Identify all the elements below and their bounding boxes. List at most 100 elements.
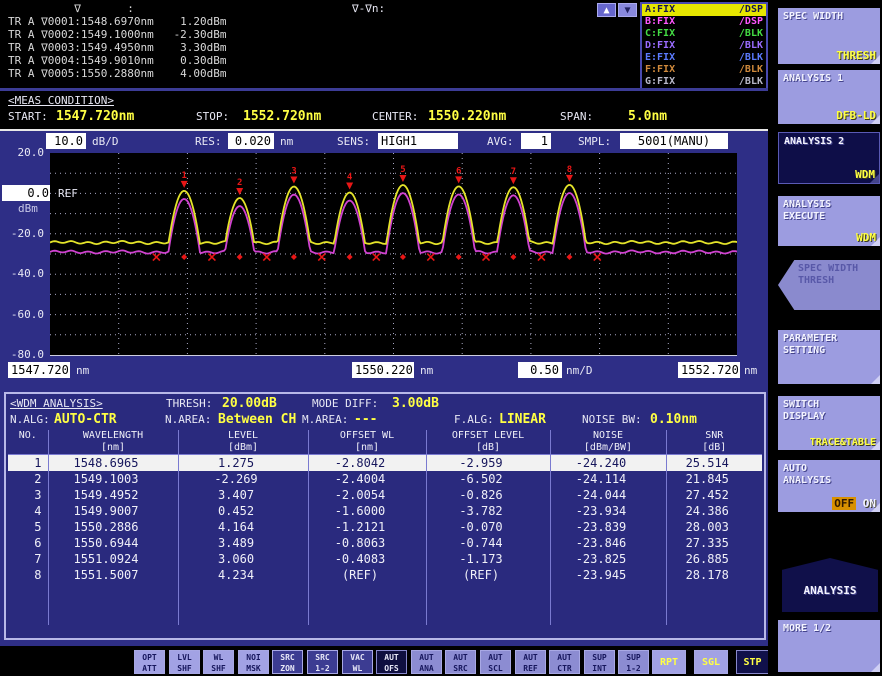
fn-button-sup-1-2[interactable]: SUP 1-2: [618, 650, 649, 674]
x-left-field[interactable]: 1547.720: [8, 362, 70, 378]
delta-marker-label: ∇-∇n:: [352, 2, 385, 15]
trace-status-g[interactable]: G:FIX/BLK: [642, 76, 766, 88]
narea-value[interactable]: Between CH: [218, 412, 296, 427]
svg-text:4: 4: [347, 172, 353, 182]
span-value[interactable]: 5.0nm: [628, 109, 667, 124]
nalg-value[interactable]: AUTO-CTR: [54, 412, 117, 427]
trace-status-f[interactable]: F:FIX/BLK: [642, 64, 766, 76]
wdm-results-table: NO. WAVELENGTH[nm]LEVEL[dBm]OFFSET WL[nm…: [8, 430, 762, 625]
db-per-div-field[interactable]: 10.0: [46, 133, 86, 149]
table-row-ch8[interactable]: 81551.50074.234(REF)(REF)-23.94528.178: [8, 567, 762, 583]
x-center-field[interactable]: 1550.220: [352, 362, 414, 378]
thresh-value[interactable]: 20.00dB: [222, 396, 277, 411]
sens-field[interactable]: HIGH1: [378, 133, 458, 149]
mode-diff-label: MODE DIFF:: [312, 397, 378, 410]
x-div-field[interactable]: 0.50: [518, 362, 562, 378]
sweep-button-rpt[interactable]: RPT: [652, 650, 686, 674]
fn-button-opt-att[interactable]: OPT ATT: [134, 650, 165, 674]
softkey-analysis-execute[interactable]: ANALYSISEXECUTEWDM: [778, 196, 880, 246]
fn-button-lvl-shf[interactable]: LVL SHF: [169, 650, 200, 674]
softkey-label: SPEC WIDTH: [798, 263, 880, 275]
toggle-off-state[interactable]: OFF: [832, 497, 856, 510]
trace-status-e[interactable]: E:FIX/BLK: [642, 52, 766, 64]
fn-button-vac-wl[interactable]: VAC WL: [342, 650, 373, 674]
start-value[interactable]: 1547.720nm: [56, 109, 134, 124]
table-cell: -24.240: [550, 455, 666, 472]
softkey-connector: [820, 124, 846, 132]
trace-status-c[interactable]: C:FIX/BLK: [642, 28, 766, 40]
scroll-down-icon[interactable]: ▼: [618, 3, 637, 17]
fn-button-wl-shf[interactable]: WL SHF: [203, 650, 234, 674]
marea-value[interactable]: ---: [354, 412, 377, 427]
softkey-analysis-2[interactable]: ANALYSIS 2WDM: [778, 132, 880, 184]
falg-value[interactable]: LINEAR: [499, 412, 546, 427]
trace-status-b[interactable]: B:FIX/DSP: [642, 16, 766, 28]
table-cell: -0.744: [426, 535, 550, 551]
noise-bw-value[interactable]: 0.10nm: [650, 412, 697, 427]
avg-field[interactable]: 1: [521, 133, 551, 149]
table-row-ch3[interactable]: 31549.49523.407-2.0054-0.826-24.04427.45…: [8, 487, 762, 503]
table-cell: 28.178: [666, 567, 762, 583]
table-cell: -1.173: [426, 551, 550, 567]
fn-button-aut-ofs[interactable]: AUT OFS: [376, 650, 407, 674]
softkey-value: DFB-LD: [836, 109, 876, 122]
table-row-ch5[interactable]: 51550.28864.164-1.2121-0.070-23.83928.00…: [8, 519, 762, 535]
table-cell: 27.335: [666, 535, 762, 551]
col-header-offset-wl: OFFSET WL[nm]: [308, 430, 426, 455]
fn-button-aut-ref[interactable]: AUT REF: [515, 650, 546, 674]
table-row-ch7[interactable]: 71551.09243.060-0.4083-1.173-23.82526.88…: [8, 551, 762, 567]
table-filler: [178, 583, 308, 625]
mode-diff-value[interactable]: 3.00dB: [392, 396, 439, 411]
softkey-value: THRESH: [836, 49, 876, 62]
softkey-label: SETTING: [783, 345, 880, 357]
fn-button-aut-src[interactable]: AUT SRC: [445, 650, 476, 674]
fn-button-src-1-2[interactable]: SRC 1-2: [307, 650, 338, 674]
table-cell: 3.407: [178, 487, 308, 503]
y-tick--60.0: -60.0: [0, 308, 44, 321]
softkey-more-1-2[interactable]: MORE 1/2: [778, 620, 880, 672]
table-cell: 4: [8, 503, 48, 519]
y-tick-20.0: 20.0: [0, 146, 44, 159]
softkey-parameter-setting[interactable]: PARAMETERSETTING: [778, 330, 880, 384]
x-right-field[interactable]: 1552.720: [678, 362, 740, 378]
table-row-ch4[interactable]: 41549.90070.452-1.6000-3.782-23.93424.38…: [8, 503, 762, 519]
ref-level-field[interactable]: 0.0: [2, 185, 52, 201]
softkey-label: DISPLAY: [783, 411, 880, 423]
toggle-on-state[interactable]: ON: [863, 497, 876, 510]
sweep-button-stp[interactable]: STP: [736, 650, 769, 674]
fn-button-src-zon[interactable]: SRC ZON: [272, 650, 303, 674]
table-row-ch1[interactable]: 11548.69651.275-2.8042-2.959-24.24025.51…: [8, 455, 762, 472]
center-value[interactable]: 1550.220nm: [428, 109, 506, 124]
svg-text:2: 2: [237, 178, 242, 188]
table-cell: 5: [8, 519, 48, 535]
softkey-label: ANALYSIS 2: [784, 136, 879, 148]
trace-status-d[interactable]: D:FIX/BLK: [642, 40, 766, 52]
table-cell: 1550.6944: [48, 535, 178, 551]
table-row-ch6[interactable]: 61550.69443.489-0.8063-0.744-23.84627.33…: [8, 535, 762, 551]
trace-status-a[interactable]: A:FIX/DSP: [642, 4, 766, 16]
fn-button-aut-ctr[interactable]: AUT CTR: [549, 650, 580, 674]
table-cell: -23.846: [550, 535, 666, 551]
table-row-ch2[interactable]: 21549.1003-2.269-2.4004-6.502-24.11421.8…: [8, 471, 762, 487]
softkey-spec-width[interactable]: SPEC WIDTHTHRESH: [778, 8, 880, 64]
fn-button-aut-scl[interactable]: AUT SCL: [480, 650, 511, 674]
table-cell: (REF): [426, 567, 550, 583]
softkey-analysis[interactable]: ANALYSIS: [782, 558, 878, 612]
smpl-field[interactable]: 5001(MANU): [620, 133, 728, 149]
sweep-button-sgl[interactable]: SGL: [694, 650, 728, 674]
spectrum-plot: 12345678: [50, 153, 737, 356]
stop-value[interactable]: 1552.720nm: [243, 109, 321, 124]
softkey-switch-display[interactable]: SWITCHDISPLAYTRACE&TABLE: [778, 396, 880, 450]
softkey-auto-analysis[interactable]: AUTOANALYSISOFF ON: [778, 460, 880, 512]
fn-button-noi-msk[interactable]: NOI MSK: [238, 650, 269, 674]
fn-button-aut-ana[interactable]: AUT ANA: [411, 650, 442, 674]
wdm-analysis-title: <WDM ANALYSIS>: [10, 397, 103, 410]
fn-button-sup-int[interactable]: SUP INT: [584, 650, 615, 674]
table-cell: (REF): [308, 567, 426, 583]
table-cell: 7: [8, 551, 48, 567]
res-field[interactable]: 0.020: [228, 133, 274, 149]
trace-display-mode: /BLK: [739, 40, 763, 52]
scroll-up-icon[interactable]: ▲: [597, 3, 616, 17]
softkey-analysis-1[interactable]: ANALYSIS 1DFB-LD: [778, 70, 880, 124]
osa-screen: ∇ : TR A ∇0001:1548.6970nm 1.20dBmTR A ∇…: [0, 0, 882, 676]
